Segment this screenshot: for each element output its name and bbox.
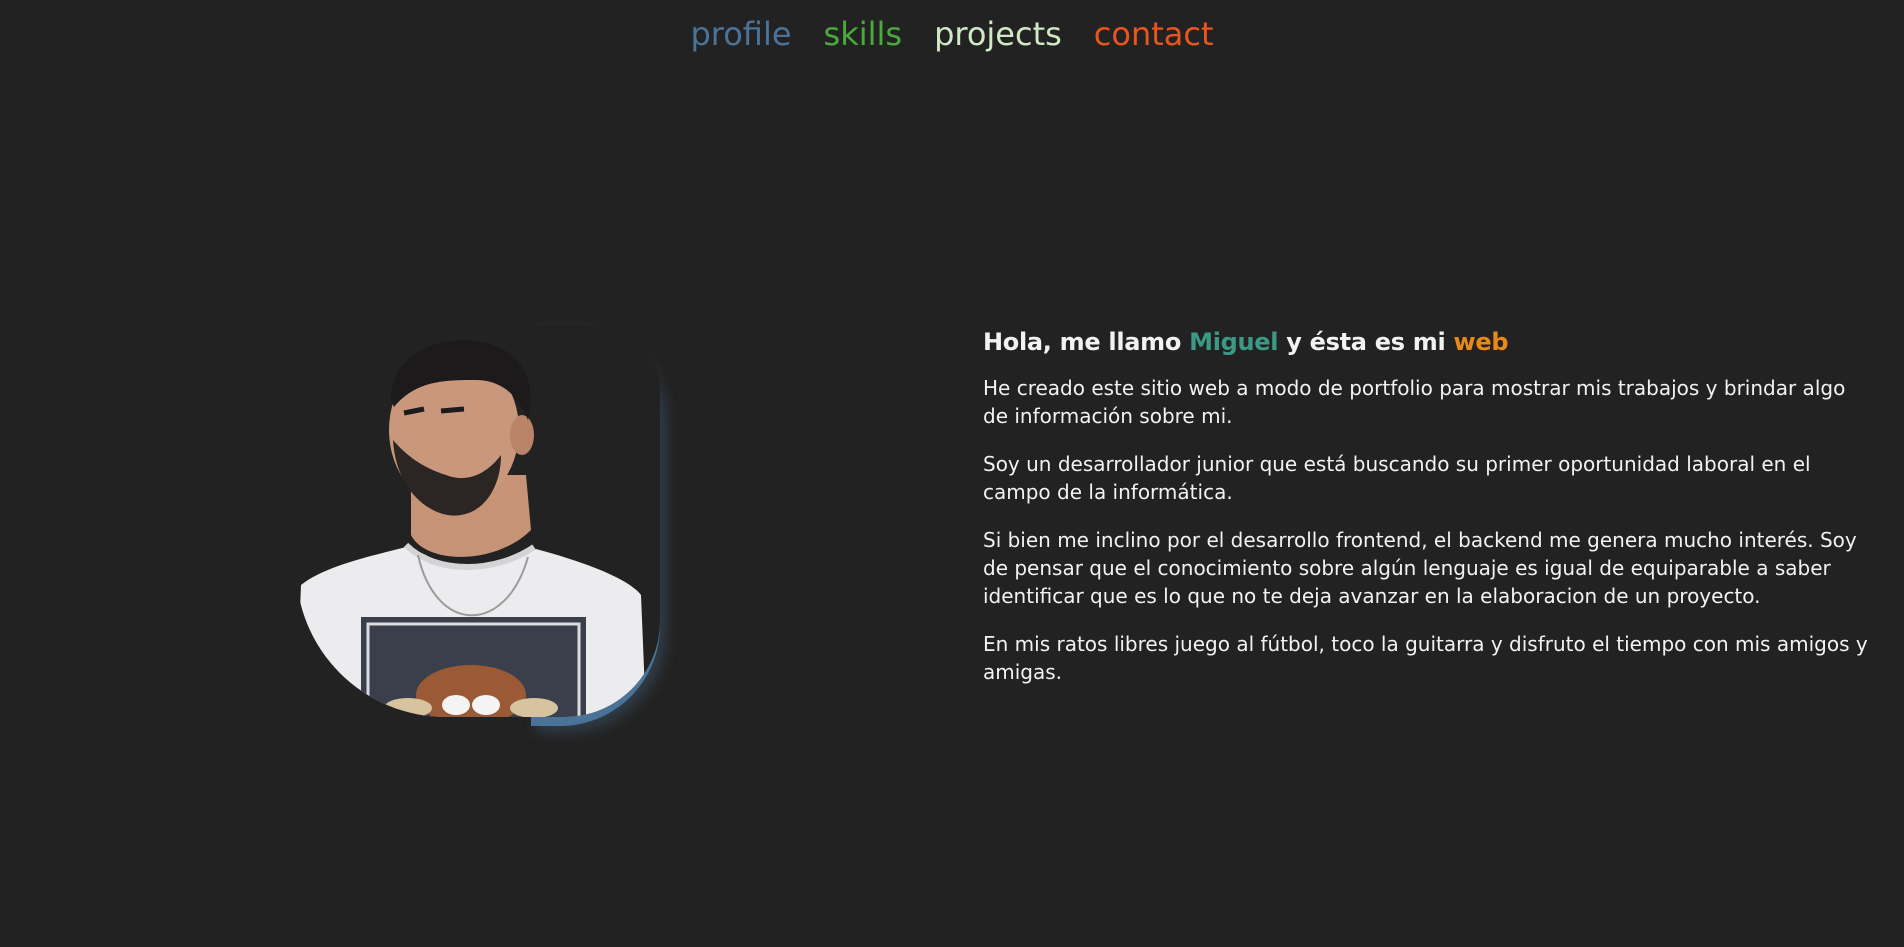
page-title: Hola, me llamo Miguel y ésta es mi web [983,324,1873,360]
nav-link-skills[interactable]: skills [824,10,903,58]
bio-paragraph: Si bien me inclino por el desarrollo fro… [983,528,1857,608]
profile-photo [296,325,660,726]
bio-paragraph: He creado este sitio web a modo de portf… [983,376,1846,428]
bio-paragraph: Soy un desarrollador junior que está bus… [983,452,1811,504]
heading-name: Miguel [1189,328,1279,356]
portrait-photo-icon [296,325,660,717]
main-nav: profile skills projects contact [0,10,1904,58]
heading-web: web [1453,328,1509,356]
nav-link-projects[interactable]: projects [934,10,1062,58]
heading-prefix: Hola, me llamo [983,328,1190,356]
heading-middle: y ésta es mi [1278,328,1454,356]
nav-link-profile[interactable]: profile [690,10,791,58]
bio-paragraph: En mis ratos libres juego al fútbol, toc… [983,632,1868,684]
nav-link-contact[interactable]: contact [1094,10,1214,58]
about-section: Hola, me llamo Miguel y ésta es mi web H… [983,324,1873,706]
